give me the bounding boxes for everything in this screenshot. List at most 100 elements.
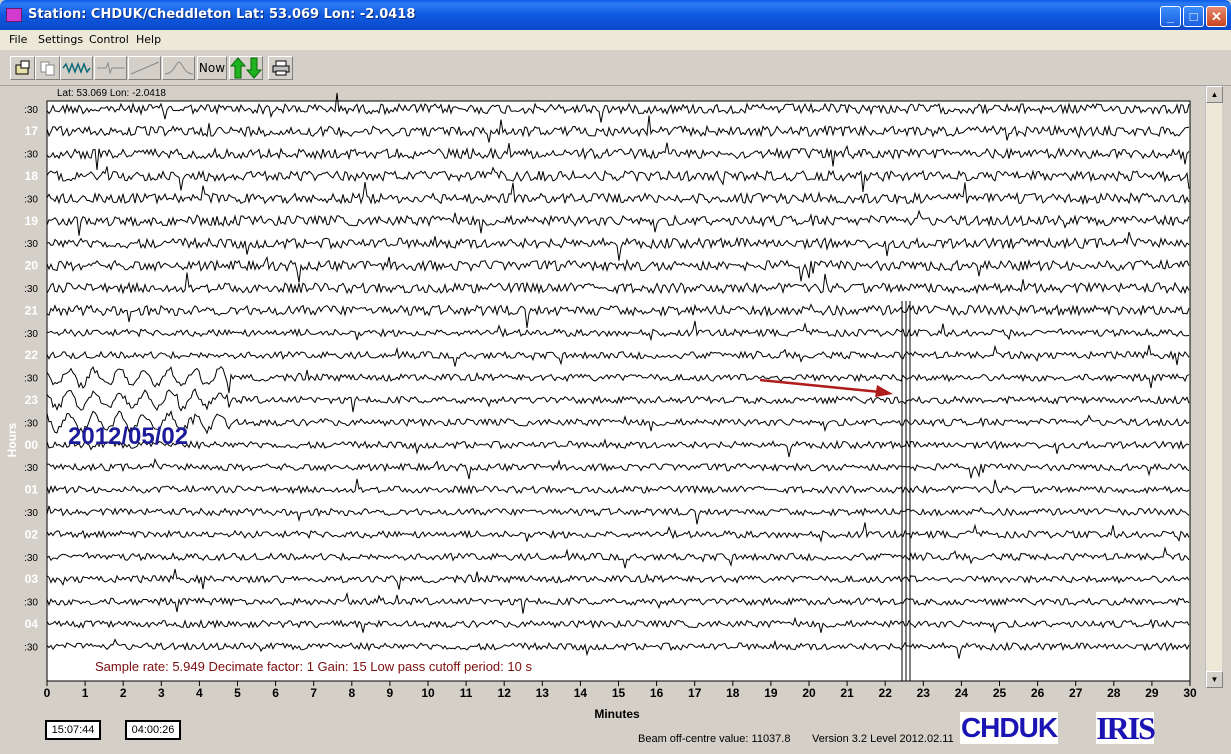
scroll-down-button[interactable]: ▼ <box>1206 671 1223 688</box>
open-button[interactable] <box>10 56 35 80</box>
row-label: 01 <box>25 483 39 497</box>
beam-value: Beam off-centre value: 11037.8 <box>638 733 791 745</box>
ramp-button[interactable] <box>128 56 161 80</box>
x-tick-label: 6 <box>272 686 279 700</box>
row-label: :30 <box>24 598 38 609</box>
x-tick-label: 22 <box>879 686 893 700</box>
row-label: 03 <box>25 572 39 586</box>
menu-file[interactable]: File <box>9 33 27 46</box>
x-tick-label: 1 <box>82 686 89 700</box>
x-tick-label: 29 <box>1145 686 1159 700</box>
row-label: :30 <box>24 642 38 653</box>
x-tick-label: 4 <box>196 686 203 700</box>
x-tick-label: 30 <box>1183 686 1197 700</box>
row-label: 18 <box>25 169 39 183</box>
row-label: :30 <box>24 329 38 340</box>
iris-logo: IRIS <box>1096 710 1156 746</box>
row-label: 02 <box>25 527 39 541</box>
menu-settings[interactable]: Settings <box>38 33 83 46</box>
date-overlay: 2012/05/02 <box>68 423 188 450</box>
print-button[interactable] <box>268 56 293 80</box>
x-tick-label: 3 <box>158 686 165 700</box>
x-tick-label: 18 <box>726 686 740 700</box>
minimize-button[interactable]: _ <box>1160 6 1181 27</box>
row-label: :30 <box>24 418 38 429</box>
x-tick-label: 0 <box>44 686 51 700</box>
hours-axis-label: Hours <box>5 422 19 457</box>
x-tick-label: 10 <box>421 686 435 700</box>
app-icon <box>6 8 22 22</box>
toolbar: Now <box>0 50 1231 86</box>
version-label: Version 3.2 Level 2012.02.11 <box>812 733 954 745</box>
row-label: :30 <box>24 508 38 519</box>
open-icon <box>15 60 29 75</box>
end-time-box: 04:00:26 <box>125 720 181 740</box>
x-tick-label: 7 <box>310 686 317 700</box>
menu-help[interactable]: Help <box>136 33 161 46</box>
up-down-arrows-icon <box>230 57 262 79</box>
x-tick-label: 17 <box>688 686 702 700</box>
x-tick-label: 24 <box>955 686 969 700</box>
x-tick-label: 15 <box>612 686 626 700</box>
x-tick-label: 21 <box>840 686 854 700</box>
row-label: 19 <box>25 214 39 228</box>
copy-button[interactable] <box>35 56 60 80</box>
row-label: 23 <box>25 393 39 407</box>
window-title: Station: CHDUK/Cheddleton Lat: 53.069 Lo… <box>28 7 416 22</box>
row-label: 04 <box>25 617 39 631</box>
x-tick-label: 25 <box>993 686 1007 700</box>
x-tick-label: 9 <box>387 686 394 700</box>
scroll-up-button[interactable]: ▲ <box>1206 86 1223 103</box>
helicorder-svg[interactable]: :3017:3018:3019:3020:3021:3022:3023:3000… <box>0 86 1231 754</box>
peak-icon <box>164 61 193 75</box>
printer-icon <box>272 60 289 76</box>
chduk-logo: CHDUK <box>960 712 1058 744</box>
plot-area[interactable] <box>46 100 1191 682</box>
menu-control[interactable]: Control <box>89 33 129 46</box>
helicorder-plot[interactable]: :30 17:30 18:30 19:30 20:30 21:30 22:30 23:30 00… <box>0 86 1231 754</box>
filter-icon <box>96 61 125 75</box>
row-label: :30 <box>24 239 38 250</box>
x-tick-label: 8 <box>348 686 355 700</box>
x-tick-label: 28 <box>1107 686 1121 700</box>
row-label: 22 <box>25 348 39 362</box>
row-label: :30 <box>24 194 38 205</box>
row-label: 00 <box>25 438 39 452</box>
now-button[interactable]: Now <box>197 56 227 80</box>
filter-button[interactable] <box>94 56 127 80</box>
row-label: 21 <box>25 303 39 317</box>
row-label: :30 <box>24 105 38 116</box>
maximize-button[interactable]: □ <box>1183 6 1204 27</box>
minutes-axis-label: Minutes <box>594 707 640 721</box>
row-label: :30 <box>24 463 38 474</box>
info-line: Sample rate: 5.949 Decimate factor: 1 Ga… <box>95 659 532 674</box>
row-label: :30 <box>24 553 38 564</box>
row-label: :30 <box>24 284 38 295</box>
x-tick-label: 23 <box>917 686 931 700</box>
ramp-icon <box>130 61 159 75</box>
x-tick-label: 5 <box>234 686 241 700</box>
close-button[interactable]: ✕ <box>1206 6 1227 27</box>
x-tick-label: 26 <box>1031 686 1045 700</box>
title-bar[interactable]: Station: CHDUK/Cheddleton Lat: 53.069 Lo… <box>0 0 1231 30</box>
row-label: :30 <box>24 150 38 161</box>
x-tick-label: 16 <box>650 686 664 700</box>
up-down-button[interactable] <box>229 56 263 80</box>
copy-icon <box>40 61 54 76</box>
row-label: 17 <box>25 124 39 138</box>
x-tick-label: 13 <box>536 686 550 700</box>
lat-lon-label: Lat: 53.069 Lon: -2.0418 <box>57 88 166 99</box>
waveform-button[interactable] <box>60 56 93 80</box>
menu-bar: File Settings Control Help <box>0 30 1231 50</box>
x-tick-label: 27 <box>1069 686 1083 700</box>
row-label: 20 <box>25 259 39 273</box>
x-tick-label: 14 <box>574 686 588 700</box>
x-tick-label: 20 <box>802 686 816 700</box>
x-tick-label: 11 <box>460 686 473 700</box>
vertical-scrollbar[interactable]: ▲ ▼ <box>1205 86 1223 688</box>
x-tick-label: 19 <box>764 686 778 700</box>
x-tick-label: 12 <box>498 686 512 700</box>
peak-button[interactable] <box>162 56 195 80</box>
row-label: :30 <box>24 374 38 385</box>
waveform-icon <box>61 61 91 75</box>
